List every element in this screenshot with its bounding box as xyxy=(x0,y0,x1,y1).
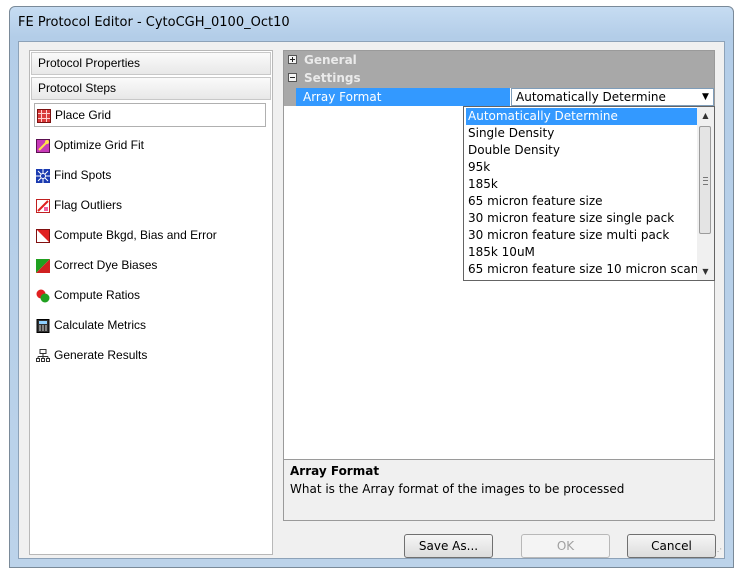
step-generate-results[interactable]: Generate Results xyxy=(34,343,266,367)
option-double-density[interactable]: Double Density xyxy=(466,142,697,159)
scrollbar-thumb[interactable] xyxy=(699,126,711,234)
place-grid-icon xyxy=(37,108,51,123)
dropdown-arrow-icon[interactable]: ▼ xyxy=(698,89,713,105)
row-gutter xyxy=(284,88,296,106)
option-single-density[interactable]: Single Density xyxy=(466,125,697,142)
step-correct-dye-biases[interactable]: Correct Dye Biases xyxy=(34,253,266,277)
protocol-properties-header[interactable]: Protocol Properties xyxy=(31,52,271,75)
flag-outliers-icon xyxy=(36,198,50,213)
step-label: Generate Results xyxy=(54,348,148,362)
step-flag-outliers[interactable]: Flag Outliers xyxy=(34,193,266,217)
property-name[interactable]: Array Format xyxy=(284,88,510,106)
option-185k-10um[interactable]: 185k 10uM xyxy=(466,244,697,261)
window-title: FE Protocol Editor - CytoCGH_0100_Oct10 xyxy=(18,15,290,30)
category-general[interactable]: General xyxy=(284,51,714,69)
option-30-micron-multi-pack[interactable]: 30 micron feature size multi pack xyxy=(466,227,697,244)
step-label: Place Grid xyxy=(55,108,112,122)
collapse-minus-icon[interactable] xyxy=(288,73,297,82)
option-65-micron-10-micron-scans[interactable]: 65 micron feature size 10 micron scans xyxy=(466,261,697,278)
step-label: Find Spots xyxy=(54,168,112,182)
step-label: Compute Ratios xyxy=(54,288,141,302)
description-title: Array Format xyxy=(290,464,380,478)
step-label: Compute Bkgd, Bias and Error xyxy=(54,228,217,242)
step-label: Correct Dye Biases xyxy=(54,258,158,272)
expand-plus-icon[interactable] xyxy=(288,55,297,64)
category-label: General xyxy=(304,53,357,67)
description-text: What is the Array format of the images t… xyxy=(290,482,625,496)
option-65-micron[interactable]: 65 micron feature size xyxy=(466,193,697,210)
option-automatically-determine[interactable]: Automatically Determine xyxy=(466,108,697,125)
cancel-button[interactable]: Cancel xyxy=(627,534,716,558)
category-label: Settings xyxy=(304,71,361,85)
protocol-navigation-panel: Protocol Properties Protocol Steps Place… xyxy=(29,50,273,555)
step-label: Flag Outliers xyxy=(54,198,123,212)
ok-button[interactable]: OK xyxy=(521,534,610,558)
calculate-metrics-icon xyxy=(36,318,50,333)
property-description-panel: Array Format What is the Array format of… xyxy=(283,459,715,521)
resize-grip-icon[interactable]: ⋰ xyxy=(714,547,722,556)
property-row-array-format[interactable]: Array Format Automatically Determine ▼ xyxy=(284,88,714,106)
grip-icon xyxy=(703,177,708,185)
step-place-grid[interactable]: Place Grid xyxy=(34,103,266,127)
category-settings[interactable]: Settings xyxy=(284,69,714,88)
optimize-grid-fit-icon xyxy=(36,138,50,153)
step-label: Optimize Grid Fit xyxy=(54,138,145,152)
protocol-steps-header[interactable]: Protocol Steps xyxy=(31,77,271,100)
scroll-down-arrow-icon[interactable]: ▼ xyxy=(697,263,714,280)
correct-dye-biases-icon xyxy=(36,258,50,273)
step-label: Calculate Metrics xyxy=(54,318,147,332)
protocol-editor-window: FE Protocol Editor - CytoCGH_0100_Oct10 … xyxy=(9,6,734,568)
save-as-button[interactable]: Save As... xyxy=(404,534,493,558)
title-bar[interactable]: FE Protocol Editor - CytoCGH_0100_Oct10 xyxy=(10,7,733,39)
step-find-spots[interactable]: Find Spots xyxy=(34,163,266,187)
scroll-up-arrow-icon[interactable]: ▲ xyxy=(697,107,714,124)
dialog-body: Protocol Properties Protocol Steps Place… xyxy=(18,41,725,559)
option-30-micron-single-pack[interactable]: 30 micron feature size single pack xyxy=(466,210,697,227)
compute-ratios-icon xyxy=(36,288,50,303)
compute-bkgd-icon xyxy=(36,228,50,243)
step-compute-bkgd-bias-error[interactable]: Compute Bkgd, Bias and Error xyxy=(34,223,266,247)
step-compute-ratios[interactable]: Compute Ratios xyxy=(34,283,266,307)
dropdown-scrollbar[interactable]: ▲ ▼ xyxy=(697,107,714,280)
step-calculate-metrics[interactable]: Calculate Metrics xyxy=(34,313,266,337)
find-spots-icon xyxy=(36,168,50,183)
generate-results-icon xyxy=(36,348,50,362)
option-185k[interactable]: 185k xyxy=(466,176,697,193)
step-optimize-grid-fit[interactable]: Optimize Grid Fit xyxy=(34,133,266,157)
property-grid: General Settings Array Format Automatica… xyxy=(283,50,715,460)
option-95k[interactable]: 95k xyxy=(466,159,697,176)
array-format-dropdown-list: Automatically Determine Single Density D… xyxy=(463,106,715,281)
combobox-value: Automatically Determine xyxy=(516,90,666,104)
array-format-combobox[interactable]: Automatically Determine ▼ xyxy=(511,88,714,106)
